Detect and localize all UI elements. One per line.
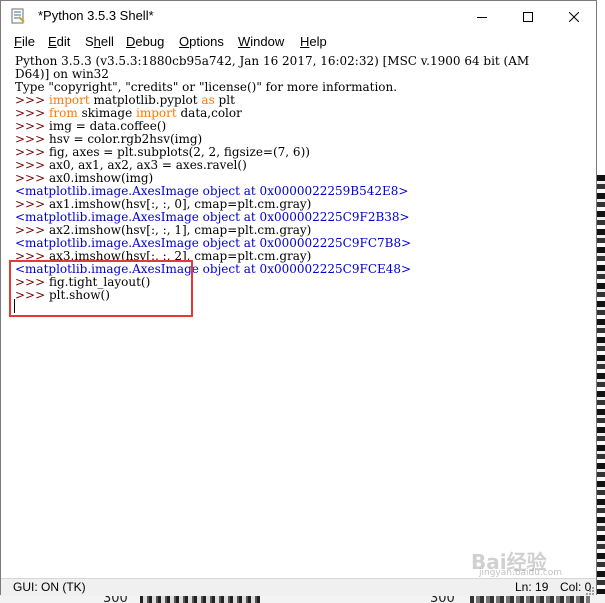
code-text: skimage xyxy=(77,106,136,120)
shell-prompt: >>> xyxy=(15,132,49,146)
desktop: 300 300 *Python 3.5.3 Shell* File Edit S… xyxy=(0,0,605,603)
keyword: import xyxy=(135,106,177,120)
shell-prompt: >>> xyxy=(15,158,49,172)
shell-prompt: >>> xyxy=(15,119,49,133)
keyword: from xyxy=(48,106,78,120)
window-title: *Python 3.5.3 Shell* xyxy=(38,8,154,23)
menu-file-label: ile xyxy=(21,34,35,49)
code-text: ax0, ax1, ax2, ax3 = axes.ravel() xyxy=(48,158,247,172)
menu-help[interactable]: Help xyxy=(300,34,327,49)
code-text: ax2.imshow(hsv[:, :, 1], cmap=plt.cm.gra… xyxy=(48,223,312,237)
minimize-button[interactable] xyxy=(459,1,505,32)
python-idle-icon xyxy=(10,8,26,24)
menu-edit[interactable]: Edit xyxy=(48,34,70,49)
shell-prompt: >>> xyxy=(15,145,49,159)
title-bar[interactable]: *Python 3.5.3 Shell* xyxy=(1,1,596,32)
close-button[interactable] xyxy=(551,1,597,32)
code-text: ax1.imshow(hsv[:, :, 0], cmap=plt.cm.gra… xyxy=(48,197,312,211)
menu-shell[interactable]: Shell xyxy=(85,34,114,49)
keyword: import xyxy=(48,93,90,107)
shell-prompt: >>> xyxy=(15,106,49,120)
baidu-watermark: Bai经验 jingyan.baidu.com xyxy=(471,546,562,578)
line-number: Ln: 19 xyxy=(515,580,549,594)
code-text: matplotlib.pyplot xyxy=(89,93,202,107)
keyword: as xyxy=(201,93,215,107)
shell-prompt: >>> xyxy=(15,223,49,237)
annotation-highlight-box xyxy=(9,260,193,317)
resize-grip-icon[interactable] xyxy=(585,585,595,595)
gui-status: GUI: ON (TK) xyxy=(13,580,86,594)
shell-prompt: >>> xyxy=(15,197,49,211)
menu-file[interactable]: File xyxy=(14,34,35,49)
code-text: fig, axes = plt.subplots(2, 2, figsize=(… xyxy=(48,145,310,159)
shell-prompt: >>> xyxy=(15,93,49,107)
shell-prompt: >>> xyxy=(15,171,49,185)
code-text: hsv = color.rgb2hsv(img) xyxy=(48,132,203,146)
code-text: ax0.imshow(img) xyxy=(48,171,154,185)
menu-options[interactable]: Options xyxy=(179,34,224,49)
code-text: plt xyxy=(214,93,235,107)
menu-window[interactable]: Window xyxy=(238,34,284,49)
idle-shell-window: *Python 3.5.3 Shell* File Edit Shell Deb… xyxy=(0,0,597,596)
status-bar: GUI: ON (TK) Ln: 19 Col: 0 xyxy=(1,578,596,596)
menu-debug[interactable]: Debug xyxy=(126,34,164,49)
code-text: img = data.coffee() xyxy=(48,119,167,133)
code-text: data,color xyxy=(176,106,242,120)
watermark-url: jingyan.baidu.com xyxy=(479,568,563,578)
menu-bar: File Edit Shell Debug Options Window Hel… xyxy=(1,32,596,53)
menu-edit-label: dit xyxy=(56,34,71,49)
maximize-button[interactable] xyxy=(505,1,551,32)
